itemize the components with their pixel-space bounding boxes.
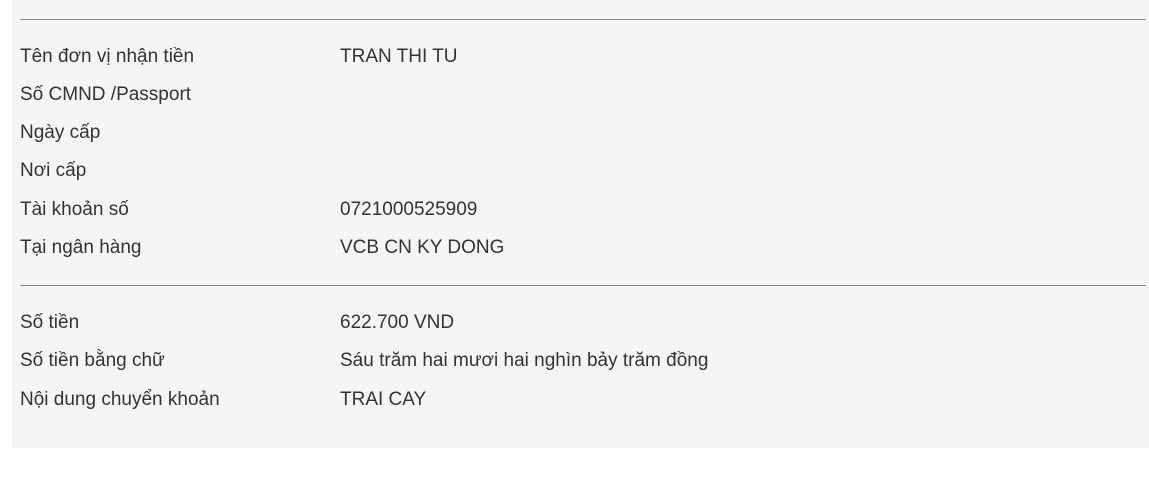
transfer-details-panel: Tên đơn vị nhận tiền TRAN THI TU Số CMND…: [12, 0, 1149, 448]
row-id-passport: Số CMND /Passport: [20, 82, 1140, 108]
row-bank: Tại ngân hàng VCB CN KY DONG: [20, 235, 1140, 261]
field-value: 622.700 VND: [340, 312, 455, 333]
field-label: Nội dung chuyển khoản: [20, 389, 220, 410]
field-label: Số tiền bằng chữ: [20, 350, 165, 371]
field-label: Tên đơn vị nhận tiền: [20, 46, 195, 67]
field-value: VCB CN KY DONG: [340, 237, 505, 258]
field-value: TRAI CAY: [340, 389, 427, 410]
field-label: Ngày cấp: [20, 122, 101, 143]
field-value: Sáu trăm hai mươi hai nghìn bảy trăm đồn…: [340, 350, 709, 371]
row-account-number: Tài khoản số 0721000525909: [20, 197, 1140, 223]
row-amount: Số tiền 622.700 VND: [20, 310, 1140, 336]
row-recipient-name: Tên đơn vị nhận tiền TRAN THI TU: [20, 44, 1140, 70]
field-label: Số tiền: [20, 312, 80, 333]
row-transfer-description: Nội dung chuyển khoản TRAI CAY: [20, 387, 1140, 413]
row-amount-in-words: Số tiền bằng chữ Sáu trăm hai mươi hai n…: [20, 348, 1140, 374]
row-issue-date: Ngày cấp: [20, 120, 1140, 146]
field-label: Nơi cấp: [20, 160, 87, 181]
field-label: Tài khoản số: [20, 199, 129, 220]
row-issue-place: Nơi cấp: [20, 158, 1140, 184]
field-label: Tại ngân hàng: [20, 237, 142, 258]
field-value: TRAN THI TU: [340, 46, 458, 67]
field-value: 0721000525909: [340, 199, 478, 220]
field-label: Số CMND /Passport: [20, 84, 192, 105]
section-divider-middle: [20, 285, 1146, 286]
section-divider-top: [20, 19, 1146, 20]
